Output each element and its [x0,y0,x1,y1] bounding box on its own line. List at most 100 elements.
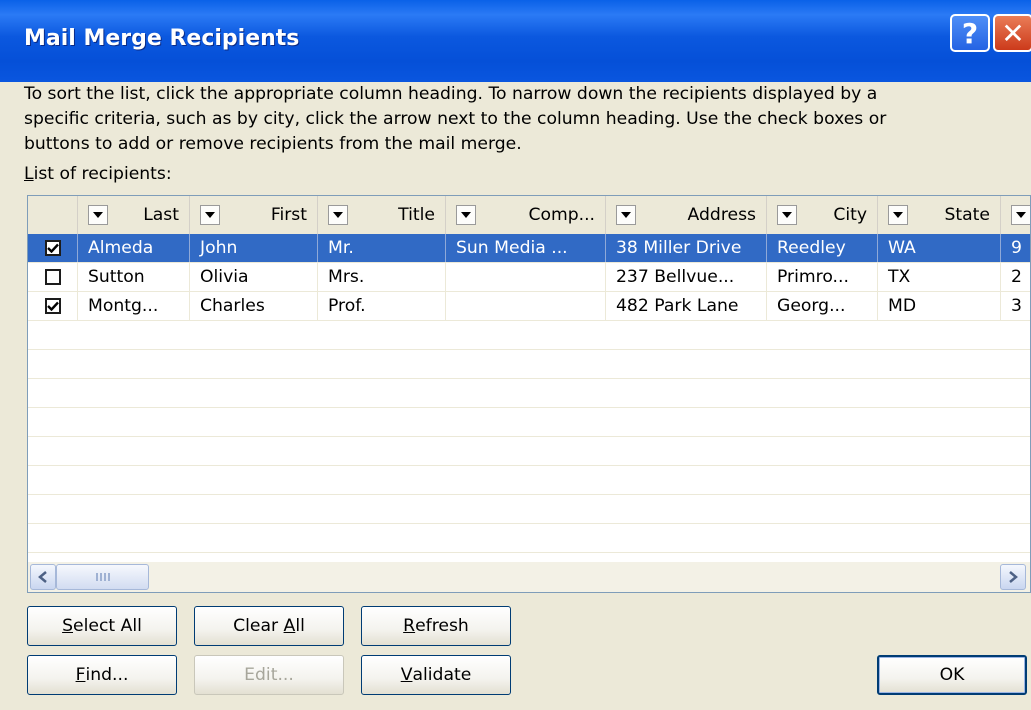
scroll-left-button[interactable] [30,564,56,590]
cell-state: TX [878,263,1001,291]
validate-label: alidate [412,665,472,685]
empty-row [28,524,1030,553]
ok-button[interactable]: OK [877,655,1027,695]
scroll-thumb[interactable] [56,564,149,590]
refresh-accel: R [403,616,416,636]
empty-row [28,466,1030,495]
dropdown-arrow-icon[interactable] [328,205,348,225]
dropdown-arrow-icon[interactable] [1011,205,1030,225]
cell-title: Mrs. [318,263,446,291]
row-checkbox-cell [28,292,78,320]
close-button[interactable]: ✕ [993,14,1031,52]
instructions-text: To sort the list, click the appropriate … [24,84,887,154]
dropdown-arrow-icon[interactable] [456,205,476,225]
clear-all-label: ll [295,616,305,636]
checkbox-column-header[interactable] [28,196,78,234]
cell-address: 482 Park Lane [606,292,767,320]
cell-last: Almeda [78,234,190,262]
cell-state: MD [878,292,1001,320]
scroll-left-icon [38,571,47,583]
find-label: ind... [85,665,129,685]
table-row[interactable]: Sutton Olivia Mrs. 237 Bellvue... Primro… [28,263,1030,292]
cell-partial: 2 [1001,263,1030,291]
select-all-button[interactable]: Select All [27,606,177,646]
cell-company [446,292,606,320]
column-label: Comp... [528,205,595,225]
clear-all-pre: Clear [233,616,284,636]
checkmark-icon [46,243,59,253]
cell-state: WA [878,234,1001,262]
cell-partial: 3 [1001,292,1030,320]
column-header-partial[interactable] [1001,196,1030,234]
empty-row [28,437,1030,466]
cell-first: John [190,234,318,262]
row-checkbox[interactable] [44,269,61,285]
find-button[interactable]: Find... [27,655,177,695]
edit-button[interactable]: Edit... [194,655,344,695]
horizontal-scrollbar[interactable] [28,562,1030,592]
validate-accel: V [400,665,413,685]
cell-city: Reedley [767,234,878,262]
column-header-first[interactable]: First [190,196,318,234]
column-header-state[interactable]: State [878,196,1001,234]
cell-city: Georg... [767,292,878,320]
row-checkbox[interactable] [44,240,61,256]
cell-company: Sun Media ... [446,234,606,262]
cell-first: Olivia [190,263,318,291]
checkmark-icon [46,301,59,311]
row-checkbox-cell [28,263,78,291]
table-row[interactable]: Montg... Charles Prof. 482 Park Lane Geo… [28,292,1030,321]
cell-last: Sutton [78,263,190,291]
validate-button[interactable]: Validate [361,655,511,695]
dialog-title: Mail Merge Recipients [24,26,300,51]
empty-row [28,495,1030,524]
cell-partial: 9 [1001,234,1030,262]
help-button[interactable]: ? [950,14,990,52]
row-checkbox-cell [28,234,78,262]
list-of-recipients-label: List of recipients: [24,164,172,184]
column-label: First [270,205,307,225]
column-header-address[interactable]: Address [606,196,767,234]
column-header-title[interactable]: Title [318,196,446,234]
dropdown-arrow-icon[interactable] [88,205,108,225]
column-label: Title [398,205,435,225]
row-checkbox[interactable] [44,298,61,314]
title-bar: Mail Merge Recipients ? ✕ [0,0,1031,82]
scroll-right-button[interactable] [1000,564,1026,590]
column-header-city[interactable]: City [767,196,878,234]
cell-city: Primro... [767,263,878,291]
dropdown-arrow-icon[interactable] [200,205,220,225]
dropdown-arrow-icon[interactable] [616,205,636,225]
clear-all-button[interactable]: Clear All [194,606,344,646]
select-all-label: elect All [73,616,142,636]
cell-first: Charles [190,292,318,320]
table-row[interactable]: Almeda John Mr. Sun Media ... 38 Miller … [28,234,1030,263]
empty-row [28,408,1030,437]
close-icon: ✕ [1001,16,1025,50]
help-icon: ? [961,16,979,50]
column-label: City [833,205,867,225]
column-header-last[interactable]: Last [78,196,190,234]
empty-row [28,350,1030,379]
column-label: Address [687,205,756,225]
recipients-grid[interactable]: Last First Title Comp... Address City St… [27,195,1031,593]
cell-last: Montg... [78,292,190,320]
cell-title: Prof. [318,292,446,320]
empty-row [28,321,1030,350]
mail-merge-dialog: Mail Merge Recipients ? ✕ To sort the li… [0,0,1031,710]
dropdown-arrow-icon[interactable] [888,205,908,225]
scroll-right-icon [1009,571,1018,583]
dropdown-arrow-icon[interactable] [777,205,797,225]
list-label-accel: L [24,164,34,184]
cell-address: 38 Miller Drive [606,234,767,262]
column-header-row: Last First Title Comp... Address City St… [28,196,1030,235]
refresh-button[interactable]: Refresh [361,606,511,646]
find-accel: F [75,665,86,685]
column-header-company[interactable]: Comp... [446,196,606,234]
refresh-label: efresh [415,616,469,636]
empty-row [28,379,1030,408]
cell-address: 237 Bellvue... [606,263,767,291]
list-label-rest: ist of recipients: [33,164,172,184]
cell-title: Mr. [318,234,446,262]
select-all-accel: S [62,616,74,636]
